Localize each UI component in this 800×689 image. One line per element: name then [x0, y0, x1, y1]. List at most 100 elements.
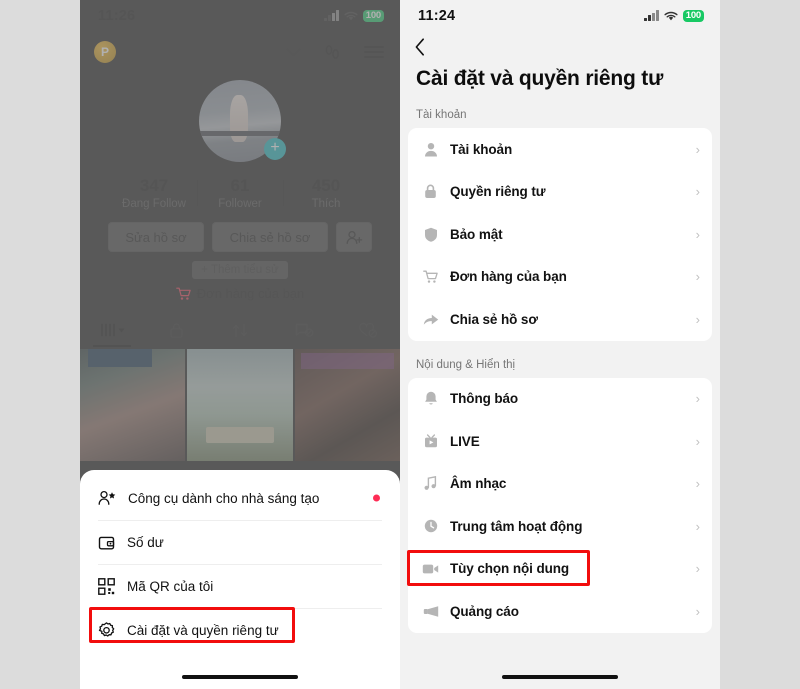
left-profile-header: P	[80, 32, 400, 72]
footprints-icon[interactable]	[323, 43, 342, 62]
avatar[interactable]: +	[199, 80, 286, 162]
music-note-icon	[422, 476, 439, 491]
left-status-bar: 11:26 100	[80, 0, 400, 32]
sidebar-item-am-nhac[interactable]: Âm nhạc ›	[408, 462, 712, 506]
sidebar-item-quang-cao[interactable]: Quảng cáo ›	[408, 590, 712, 633]
stat-label: Đang Follow	[122, 198, 186, 210]
status-indicators: 100	[324, 9, 384, 23]
gear-icon	[98, 622, 115, 637]
sidebar-item-trung-tam-hoat-dong[interactable]: Trung tâm hoạt động ›	[408, 505, 712, 548]
wifi-icon	[664, 11, 678, 20]
menu-item-creator-tools[interactable]: Công cụ dành cho nhà sáng tạo	[98, 476, 382, 520]
share-profile-button[interactable]: Chia sẻ hồ sơ	[212, 222, 328, 252]
right-status-bar: 11:24 100	[400, 0, 720, 32]
lock-icon	[169, 322, 183, 338]
shopping-cart-icon	[422, 270, 439, 284]
add-bio-chip[interactable]: + Thêm tiểu sử	[192, 261, 288, 279]
shopping-cart-icon	[175, 287, 191, 300]
chevron-right-icon: ›	[695, 184, 700, 200]
profile-tabs	[80, 313, 400, 347]
add-friend-icon	[346, 230, 362, 244]
menu-item-settings-privacy[interactable]: Cài đặt và quyền riêng tư	[98, 608, 382, 652]
cellular-signal-icon	[644, 10, 659, 21]
chevron-right-icon: ›	[695, 391, 700, 407]
stat-label: Thích	[311, 198, 341, 210]
your-orders-label: Đơn hàng của bạn	[196, 286, 305, 301]
chevron-right-icon: ›	[695, 269, 700, 285]
add-plus-icon[interactable]: +	[264, 138, 286, 160]
home-indicator	[502, 674, 618, 679]
video-camera-icon	[422, 563, 439, 575]
row-label: Tài khoản	[450, 141, 513, 157]
settings-card-account: Tài khoản › Quyền riêng tư › Bảo mật › Đ…	[408, 128, 712, 341]
chevron-right-icon: ›	[695, 433, 700, 449]
section-label-content-display: Nội dung & Hiển thị	[416, 358, 516, 371]
tab-hidden-videos[interactable]	[272, 313, 336, 347]
grid-icon	[101, 323, 125, 337]
creator-tools-icon	[98, 490, 116, 505]
sidebar-item-posts-tab[interactable]	[80, 313, 144, 347]
your-orders-row[interactable]: Đơn hàng của bạn	[175, 286, 305, 301]
sidebar-item-tai-khoan[interactable]: Tài khoản ›	[408, 128, 712, 171]
account-badge[interactable]: P	[94, 41, 116, 63]
stat-label: Follower	[218, 198, 262, 210]
battery-icon: 100	[682, 9, 704, 23]
stat-value: 61	[230, 176, 250, 195]
sidebar-item-tuy-chon-noi-dung[interactable]: Tùy chọn nội dung ›	[408, 547, 712, 591]
share-arrow-icon	[422, 313, 439, 326]
lock-icon	[422, 184, 439, 199]
stat-following[interactable]: 347 Đang Follow	[111, 176, 197, 210]
sidebar-item-quyen-rieng-tu[interactable]: Quyền riêng tư ›	[408, 170, 712, 214]
cellular-signal-icon	[324, 10, 339, 21]
menu-item-my-qr[interactable]: Mã QR của tôi	[98, 564, 382, 608]
screenshot-canvas: 11:26 100 P + 347 Đang Follow 61 Followe…	[0, 0, 800, 689]
sidebar-item-bao-mat[interactable]: Bảo mật ›	[408, 213, 712, 256]
chevron-down-icon[interactable]	[286, 48, 301, 57]
hamburger-menu-icon[interactable]	[364, 45, 384, 59]
row-label: Âm nhạc	[450, 476, 507, 492]
stat-value: 450	[311, 176, 341, 195]
menu-item-balance[interactable]: Số dư	[98, 520, 382, 564]
row-label: Quảng cáo	[450, 603, 519, 619]
back-button[interactable]	[400, 32, 439, 63]
hidden-heart-icon	[359, 322, 378, 338]
menu-item-label: Số dư	[127, 535, 164, 550]
menu-item-label: Mã QR của tôi	[127, 579, 214, 594]
post-thumbnail-1[interactable]	[80, 349, 186, 461]
left-phone-screen: 11:26 100 P + 347 Đang Follow 61 Followe…	[80, 0, 400, 689]
sidebar-item-don-hang-cua-ban[interactable]: Đơn hàng của bạn ›	[408, 255, 712, 299]
profile-body: + 347 Đang Follow 61 Follower 450 Thích …	[80, 72, 400, 301]
chevron-right-icon: ›	[695, 141, 700, 157]
row-label: Thông báo	[450, 391, 519, 407]
post-thumbnail-3[interactable]	[294, 349, 400, 461]
repost-icon	[232, 323, 248, 337]
stat-followers[interactable]: 61 Follower	[197, 176, 283, 210]
chevron-right-icon: ›	[695, 476, 700, 492]
row-label: LIVE	[450, 433, 480, 449]
sidebar-item-chia-se-ho-so[interactable]: Chia sẻ hồ sơ ›	[408, 298, 712, 341]
sidebar-item-thong-bao[interactable]: Thông báo ›	[408, 378, 712, 421]
bottom-sheet-menu: Công cụ dành cho nhà sáng tạo Số dư Mã Q…	[80, 470, 400, 689]
post-thumbnail-2[interactable]	[187, 349, 293, 461]
row-label: Bảo mật	[450, 226, 503, 242]
chevron-right-icon: ›	[695, 311, 700, 327]
stat-likes[interactable]: 450 Thích	[283, 176, 369, 210]
row-label: Đơn hàng của bạn	[450, 269, 567, 285]
page-title: Cài đặt và quyền riêng tư	[416, 67, 664, 90]
tab-liked[interactable]	[336, 313, 400, 347]
right-phone-screen: 11:24 100 Cài đặt và quyền riêng tư Tài …	[400, 0, 720, 689]
profile-stats: 347 Đang Follow 61 Follower 450 Thích	[95, 176, 385, 210]
row-label: Trung tâm hoạt động	[450, 518, 583, 534]
notification-dot	[373, 494, 380, 502]
settings-card-content-display: Thông báo › LIVE › Âm nhạc › Trung tâm h…	[408, 377, 712, 633]
edit-profile-button[interactable]: Sửa hồ sơ	[108, 222, 204, 252]
tab-private[interactable]	[144, 313, 208, 347]
row-label: Quyền riêng tư	[450, 184, 546, 200]
add-friend-button[interactable]	[336, 222, 372, 252]
row-label: Chia sẻ hồ sơ	[450, 311, 538, 327]
row-label: Tùy chọn nội dung	[450, 561, 570, 577]
megaphone-icon	[422, 605, 439, 618]
sidebar-item-live[interactable]: LIVE ›	[408, 420, 712, 463]
tab-reposts[interactable]	[208, 313, 272, 347]
hidden-video-icon	[295, 323, 314, 337]
